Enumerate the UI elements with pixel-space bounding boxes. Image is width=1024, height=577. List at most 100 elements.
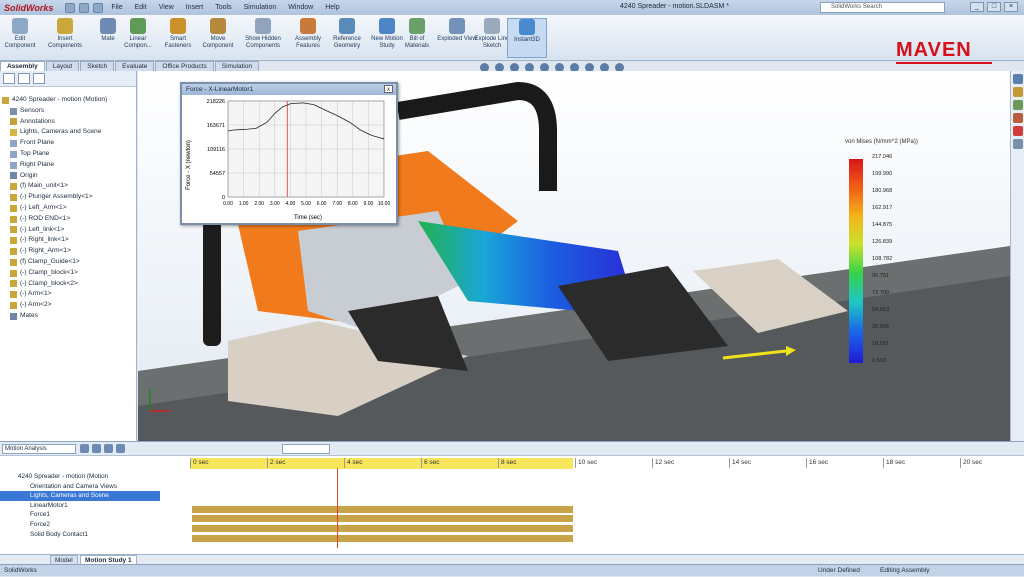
property-manager-tab-icon[interactable] — [18, 73, 30, 84]
graph-title[interactable]: Force - X-LinearMotor1 — [182, 84, 396, 95]
brand-underline — [896, 62, 992, 64]
tree-node[interactable]: (-) Clamp_block<1> — [0, 268, 136, 279]
custom-properties-icon[interactable] — [1013, 139, 1023, 149]
ribbon-button-label: Show Hidden Components — [245, 36, 281, 49]
menu-help[interactable]: Help — [325, 4, 339, 11]
feature-tree-tab-icon[interactable] — [3, 73, 15, 84]
ribbon-button-5[interactable]: Move Component — [198, 18, 238, 50]
menu-tools[interactable]: Tools — [215, 4, 231, 11]
legend-value: 54.653 — [872, 307, 890, 313]
view-palette-icon[interactable] — [1013, 113, 1023, 123]
timeline-bar-force1[interactable] — [192, 515, 573, 522]
menu-window[interactable]: Window — [288, 4, 313, 11]
minimize-icon[interactable]: _ — [970, 2, 984, 12]
motion-tree-item[interactable]: Lights, Cameras and Scene — [0, 491, 160, 501]
tree-node[interactable]: (-) Right_Arm<1> — [0, 246, 136, 257]
tree-node[interactable]: (f) Main_unit<1> — [0, 181, 136, 192]
timeline-bar-motor[interactable] — [192, 506, 573, 513]
design-library-icon[interactable] — [1013, 87, 1023, 97]
tree-node[interactable]: Lights, Cameras and Scene — [0, 127, 136, 138]
tree-node[interactable]: (-) Arm<2> — [0, 300, 136, 311]
appearances-icon[interactable] — [1013, 126, 1023, 136]
ribbon-button-1[interactable]: Insert Components — [45, 18, 85, 50]
tab-assembly[interactable]: Assembly — [0, 61, 45, 71]
motion-tree-item[interactable]: Force2 — [0, 520, 160, 530]
configuration-manager-tab-icon[interactable] — [33, 73, 45, 84]
motion-manager: Motion Analysis 0 sec 2 sec 4 sec 6 sec 8 se… — [0, 441, 1024, 554]
motion-tree-item[interactable]: 4240 Spreader - motion (Motion — [0, 472, 160, 482]
tree-node[interactable]: Origin — [0, 171, 136, 182]
tree-node[interactable]: (f) Clamp_Guide<1> — [0, 257, 136, 268]
open-icon[interactable] — [79, 2, 90, 13]
playback-speed-select[interactable] — [282, 444, 330, 454]
ribbon-button-label: Bill of Materials — [404, 36, 430, 49]
ribbon-button-0[interactable]: Edit Component — [0, 18, 40, 50]
tree-node[interactable]: Front Plane — [0, 138, 136, 149]
tree-node[interactable]: Mates — [0, 311, 136, 322]
resources-icon[interactable] — [1013, 74, 1023, 84]
ribbon-button-6[interactable]: Show Hidden Components — [243, 18, 283, 50]
ribbon-button-7[interactable]: Assembly Features — [288, 18, 328, 50]
search-input[interactable]: SolidWorks Search — [820, 2, 945, 13]
tab-layout[interactable]: Layout — [45, 61, 80, 71]
tree-node[interactable]: (-) Left_Arm<1> — [0, 203, 136, 214]
tab-office-products[interactable]: Office Products — [155, 61, 214, 71]
maximize-icon[interactable]: □ — [987, 2, 1001, 12]
tree-node[interactable]: Top Plane — [0, 149, 136, 160]
tree-node[interactable]: (-) Arm<1> — [0, 289, 136, 300]
tree-node[interactable]: (-) Plunger Assembly<1> — [0, 192, 136, 203]
tree-node-icon — [10, 269, 17, 277]
time-cursor[interactable] — [337, 468, 338, 548]
ribbon-button-3[interactable]: Linear Compon... — [118, 18, 158, 50]
timeline-bar-contact[interactable] — [192, 535, 573, 542]
tab-sketch[interactable]: Sketch — [80, 61, 115, 71]
tree-node-label: (-) Clamp_block<1> — [20, 268, 78, 276]
menu-bar: File Edit View Insert Tools Simulation Window H… — [111, 4, 351, 11]
task-pane — [1010, 71, 1024, 441]
timeline-tick: 12 sec — [652, 458, 674, 468]
menu-edit[interactable]: Edit — [135, 4, 147, 11]
tab-simulation[interactable]: Simulation — [214, 61, 260, 71]
menu-simulation[interactable]: Simulation — [244, 4, 277, 11]
ribbon-button-8[interactable]: Reference Geometry — [327, 18, 367, 50]
tree-node[interactable]: Annotations — [0, 117, 136, 128]
tree-node[interactable]: Sensors — [0, 106, 136, 117]
tree-node[interactable]: Right Plane — [0, 160, 136, 171]
ribbon-button-12[interactable]: Explode Line Sketch — [472, 18, 512, 50]
ribbon-button-icon — [12, 18, 28, 34]
timeline-bar-force2[interactable] — [192, 525, 573, 532]
ribbon-button-11[interactable]: Exploded View — [437, 18, 477, 43]
tree-node[interactable]: (-) Right_link<1> — [0, 235, 136, 246]
file-explorer-icon[interactable] — [1013, 100, 1023, 110]
menu-view[interactable]: View — [159, 4, 174, 11]
solidworks-logo[interactable]: SolidWorks — [0, 3, 59, 13]
tree-node[interactable]: (-) Clamp_block<2> — [0, 279, 136, 290]
close-icon[interactable]: × — [1004, 2, 1018, 12]
ribbon-button-4[interactable]: Smart Fasteners — [158, 18, 198, 50]
tab-evaluate[interactable]: Evaluate — [115, 61, 155, 71]
tree-node[interactable]: (-) Left_link<1> — [0, 225, 136, 236]
play-icon[interactable] — [104, 444, 113, 453]
motion-toolbar: Motion Analysis — [0, 442, 1024, 456]
menu-insert[interactable]: Insert — [186, 4, 204, 11]
analysis-type-select[interactable]: Motion Analysis — [2, 444, 76, 454]
ribbon-button-13[interactable]: Instant3D — [507, 18, 547, 58]
calculate-icon[interactable] — [80, 444, 89, 453]
play-from-start-icon[interactable] — [92, 444, 101, 453]
stop-icon[interactable] — [116, 444, 125, 453]
tree-node[interactable]: (-) ROD END<1> — [0, 214, 136, 225]
save-icon[interactable] — [93, 2, 104, 13]
menu-file[interactable]: File — [111, 4, 122, 11]
timeline-ruler[interactable]: 0 sec 2 sec 4 sec 6 sec 8 sec 10 sec 12 sec 14 … — [190, 458, 1020, 468]
motion-tree-item[interactable]: Force1 — [0, 510, 160, 520]
tree-node[interactable]: 4240 Spreader - motion (Motion) — [0, 95, 136, 106]
tree-node-icon — [10, 312, 17, 320]
motion-tree-item[interactable]: Solid Body Contact1 — [0, 530, 160, 540]
ribbon-button-10[interactable]: Bill of Materials — [397, 18, 437, 50]
status-state: Under Defined — [818, 567, 860, 574]
new-icon[interactable] — [65, 2, 76, 13]
close-icon[interactable]: x — [384, 85, 393, 93]
motion-tree-item[interactable]: Orientation and Camera Views — [0, 482, 160, 492]
motion-tree-item[interactable]: LinearMotor1 — [0, 501, 160, 511]
force-graph-window[interactable]: Force - X-LinearMotor1 x Force - X (newt… — [180, 82, 398, 225]
